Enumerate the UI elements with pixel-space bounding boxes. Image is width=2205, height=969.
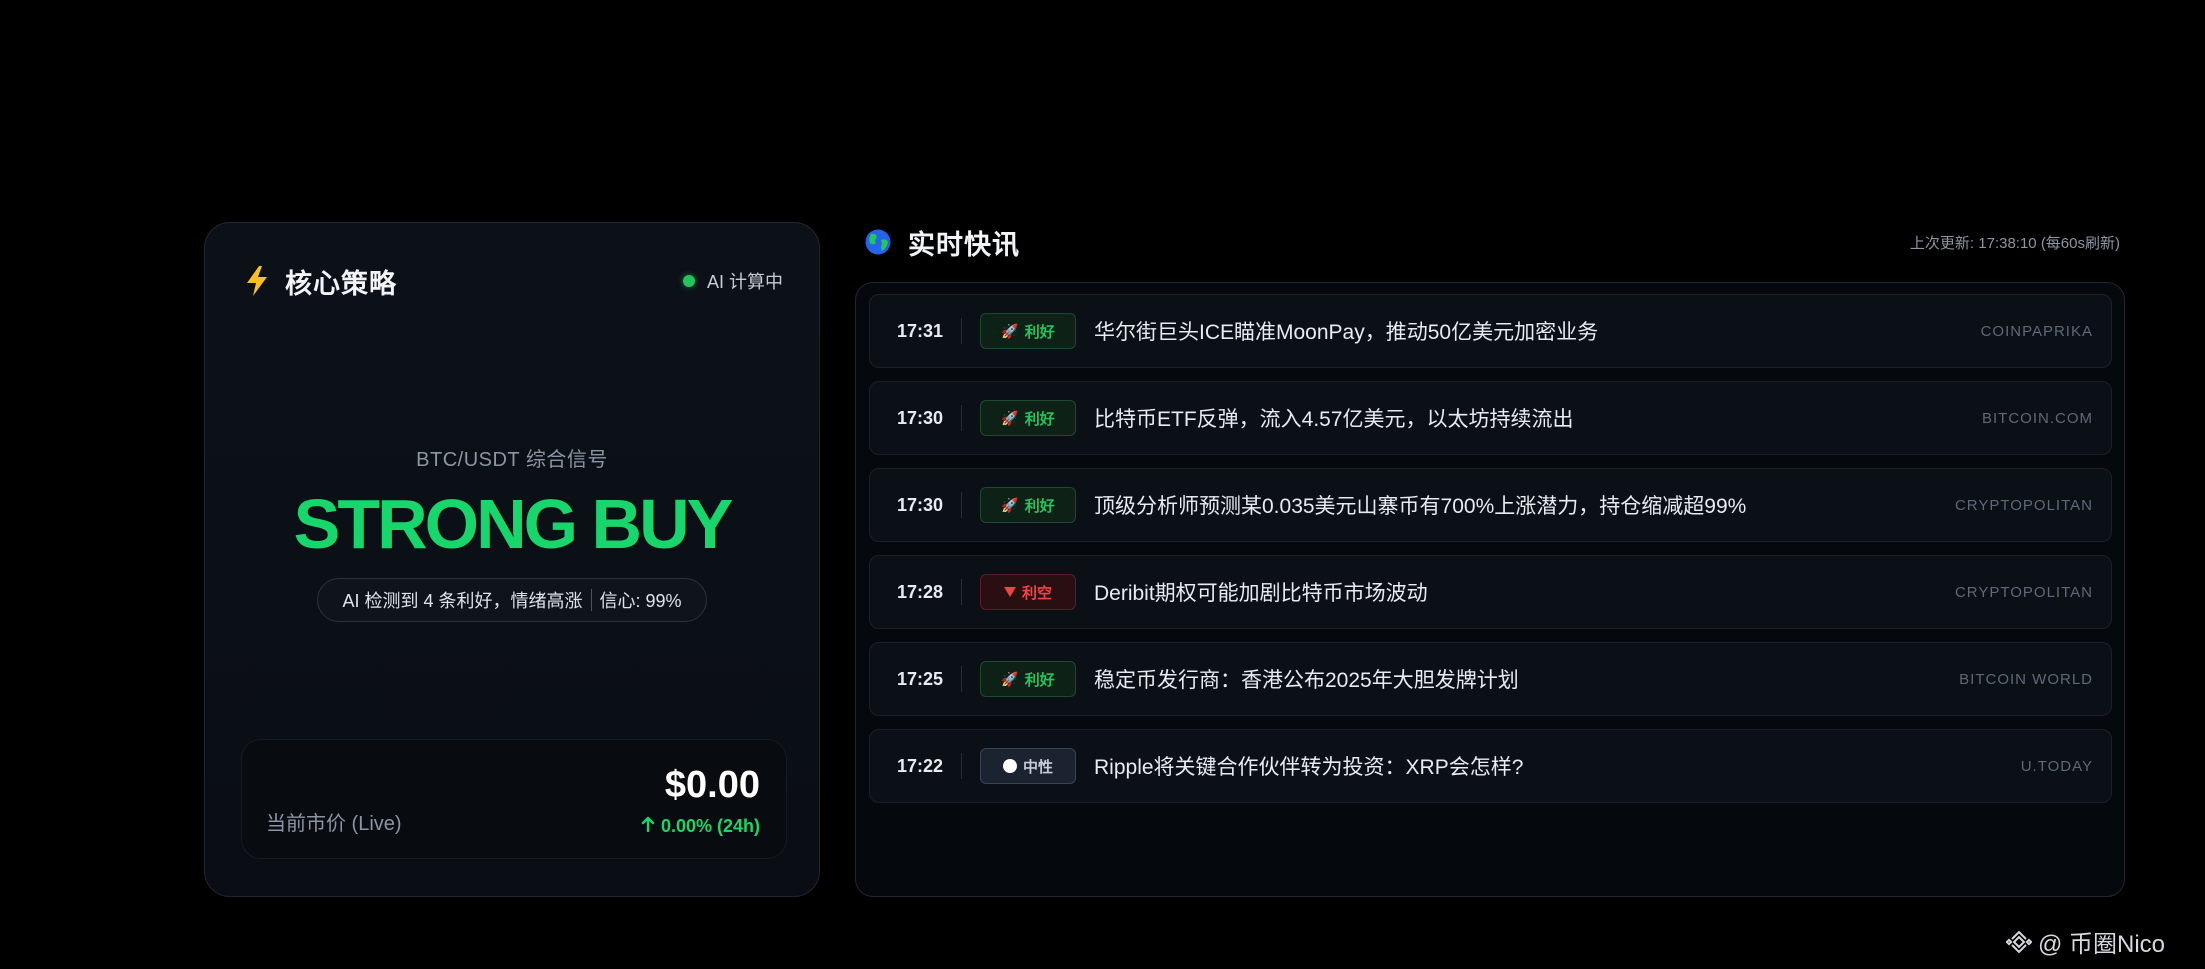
circle-icon <box>1002 759 1017 773</box>
news-source: COINPAPRIKA <box>1980 322 2093 340</box>
sentiment-badge-bullish: 🚀 利好 <box>980 487 1076 523</box>
pill-divider <box>590 589 592 611</box>
sentiment-badge-neutral: 中性 <box>980 748 1076 784</box>
signal-block: BTC/USDT 综合信号 STRONG BUY AI 检测到 4 条利好，情绪… <box>205 443 819 622</box>
arrow-up-icon <box>641 816 655 837</box>
rocket-icon: 🚀 <box>1001 497 1019 513</box>
news-source: BITCOIN.COM <box>1982 409 2093 427</box>
strategy-title: 核心策略 <box>285 268 397 299</box>
strategy-title-wrap: 核心策略 <box>243 262 397 301</box>
news-headline[interactable]: Ripple将关键合作伙伴转为投资：XRP会怎样? <box>1094 751 2021 781</box>
news-item[interactable]: 17:30 🚀 利好 顶级分析师预测某0.035美元山寨币有700%上涨潜力，持仓缩减… <box>869 468 2112 542</box>
news-title: 实时快讯 <box>908 229 1020 260</box>
time-divider <box>961 492 962 518</box>
news-item[interactable]: 17:25 🚀 利好 稳定币发行商：香港公布2025年大胆发牌计划 BITCOIN WO… <box>869 642 2112 716</box>
news-source: U.TODAY <box>2020 757 2093 775</box>
news-time: 17:30 <box>896 407 943 428</box>
time-divider <box>961 666 962 692</box>
strategy-header: 核心策略 AI 计算中 <box>243 261 783 301</box>
news-time: 17:25 <box>896 668 943 689</box>
news-item[interactable]: 17:28 利空 Deribit期权可能加剧比特币市场波动 CRYPTOPOLITAN <box>869 555 2112 629</box>
time-divider <box>961 405 962 431</box>
sentiment-badge-label: 利好 <box>1024 323 1055 341</box>
price-change-text: 0.00% (24h) <box>660 816 760 836</box>
rocket-icon: 🚀 <box>1001 671 1019 687</box>
news-headline[interactable]: 顶级分析师预测某0.035美元山寨币有700%上涨潜力，持仓缩减超99% <box>1094 490 1955 520</box>
sentiment-badge-label: 利好 <box>1024 671 1055 689</box>
ai-status: AI 计算中 <box>682 268 783 294</box>
news-headline[interactable]: 比特币ETF反弹，流入4.57亿美元，以太坊持续流出 <box>1094 403 1982 433</box>
signal-text: STRONG BUY <box>293 485 734 563</box>
signal-summary-pill: AI 检测到 4 条利好，情绪高涨 信心: 99% <box>317 578 707 622</box>
news-item[interactable]: 17:22 中性 Ripple将关键合作伙伴转为投资：XRP会怎样? U.TODAY <box>869 729 2112 803</box>
sentiment-badge-bullish: 🚀 利好 <box>980 400 1076 436</box>
sentiment-badge-label: 利空 <box>1021 584 1052 602</box>
pill-detection-text: AI 检测到 4 条利好，情绪高涨 <box>342 591 583 611</box>
rocket-icon: 🚀 <box>1001 323 1019 339</box>
watermark: @ 币圈Nico <box>2005 924 2165 959</box>
news-item[interactable]: 17:31 🚀 利好 华尔街巨头ICE瞄准MoonPay，推动50亿美元加密业务 COI… <box>869 294 2112 368</box>
globe-icon <box>864 228 892 256</box>
rocket-icon: 🚀 <box>1001 410 1019 426</box>
time-divider <box>961 753 962 779</box>
news-source: CRYPTOPOLITAN <box>1954 496 2093 514</box>
pill-confidence-text: 信心: 99% <box>599 591 682 611</box>
sentiment-badge-bearish: 利空 <box>980 574 1076 610</box>
news-time: 17:31 <box>896 320 943 341</box>
news-time: 17:28 <box>896 581 943 602</box>
strategy-card: 核心策略 AI 计算中 BTC/USDT 综合信号 STRONG BUY AI … <box>204 222 820 897</box>
news-time: 17:22 <box>896 755 943 776</box>
watermark-text: @ 币圈Nico <box>2037 931 2165 958</box>
sentiment-badge-bullish: 🚀 利好 <box>980 313 1076 349</box>
sentiment-badge-label: 利好 <box>1024 410 1055 428</box>
time-divider <box>961 318 962 344</box>
price-change: 0.00% (24h) <box>641 816 760 837</box>
news-headline[interactable]: 华尔街巨头ICE瞄准MoonPay，推动50亿美元加密业务 <box>1094 316 1981 346</box>
status-dot-icon <box>682 275 695 287</box>
news-source: CRYPTOPOLITAN <box>1954 583 2093 601</box>
signal-subtitle: BTC/USDT 综合信号 <box>416 449 608 471</box>
lightning-icon <box>243 265 271 297</box>
news-headline[interactable]: Deribit期权可能加剧比特币市场波动 <box>1094 577 1955 607</box>
news-item[interactable]: 17:30 🚀 利好 比特币ETF反弹，流入4.57亿美元，以太坊持续流出 BITCOI… <box>869 381 2112 455</box>
triangle-down-icon <box>1003 587 1016 597</box>
news-headline[interactable]: 稳定币发行商：香港公布2025年大胆发牌计划 <box>1094 664 1959 694</box>
last-update-text: 上次更新: 17:38:10 (每60s刷新) <box>1909 234 2120 252</box>
price-label: 当前市价 (Live) <box>266 813 402 835</box>
time-divider <box>961 579 962 605</box>
news-source: BITCOIN WORLD <box>1959 670 2093 688</box>
ai-status-text: AI 计算中 <box>706 272 783 292</box>
price-value: $0.00 <box>664 764 760 806</box>
sentiment-badge-bullish: 🚀 利好 <box>980 661 1076 697</box>
news-header: 实时快讯 上次更新: 17:38:10 (每60s刷新) <box>864 222 2120 262</box>
sentiment-badge-label: 中性 <box>1022 758 1053 776</box>
news-time: 17:30 <box>896 494 943 515</box>
price-box: 当前市价 (Live) $0.00 0.00% (24h) <box>241 739 787 859</box>
news-title-wrap: 实时快讯 <box>864 223 1020 262</box>
news-panel: 17:31 🚀 利好 华尔街巨头ICE瞄准MoonPay，推动50亿美元加密业务 COI… <box>855 282 2125 897</box>
sentiment-badge-label: 利好 <box>1024 497 1055 515</box>
binance-icon <box>2005 929 2033 955</box>
